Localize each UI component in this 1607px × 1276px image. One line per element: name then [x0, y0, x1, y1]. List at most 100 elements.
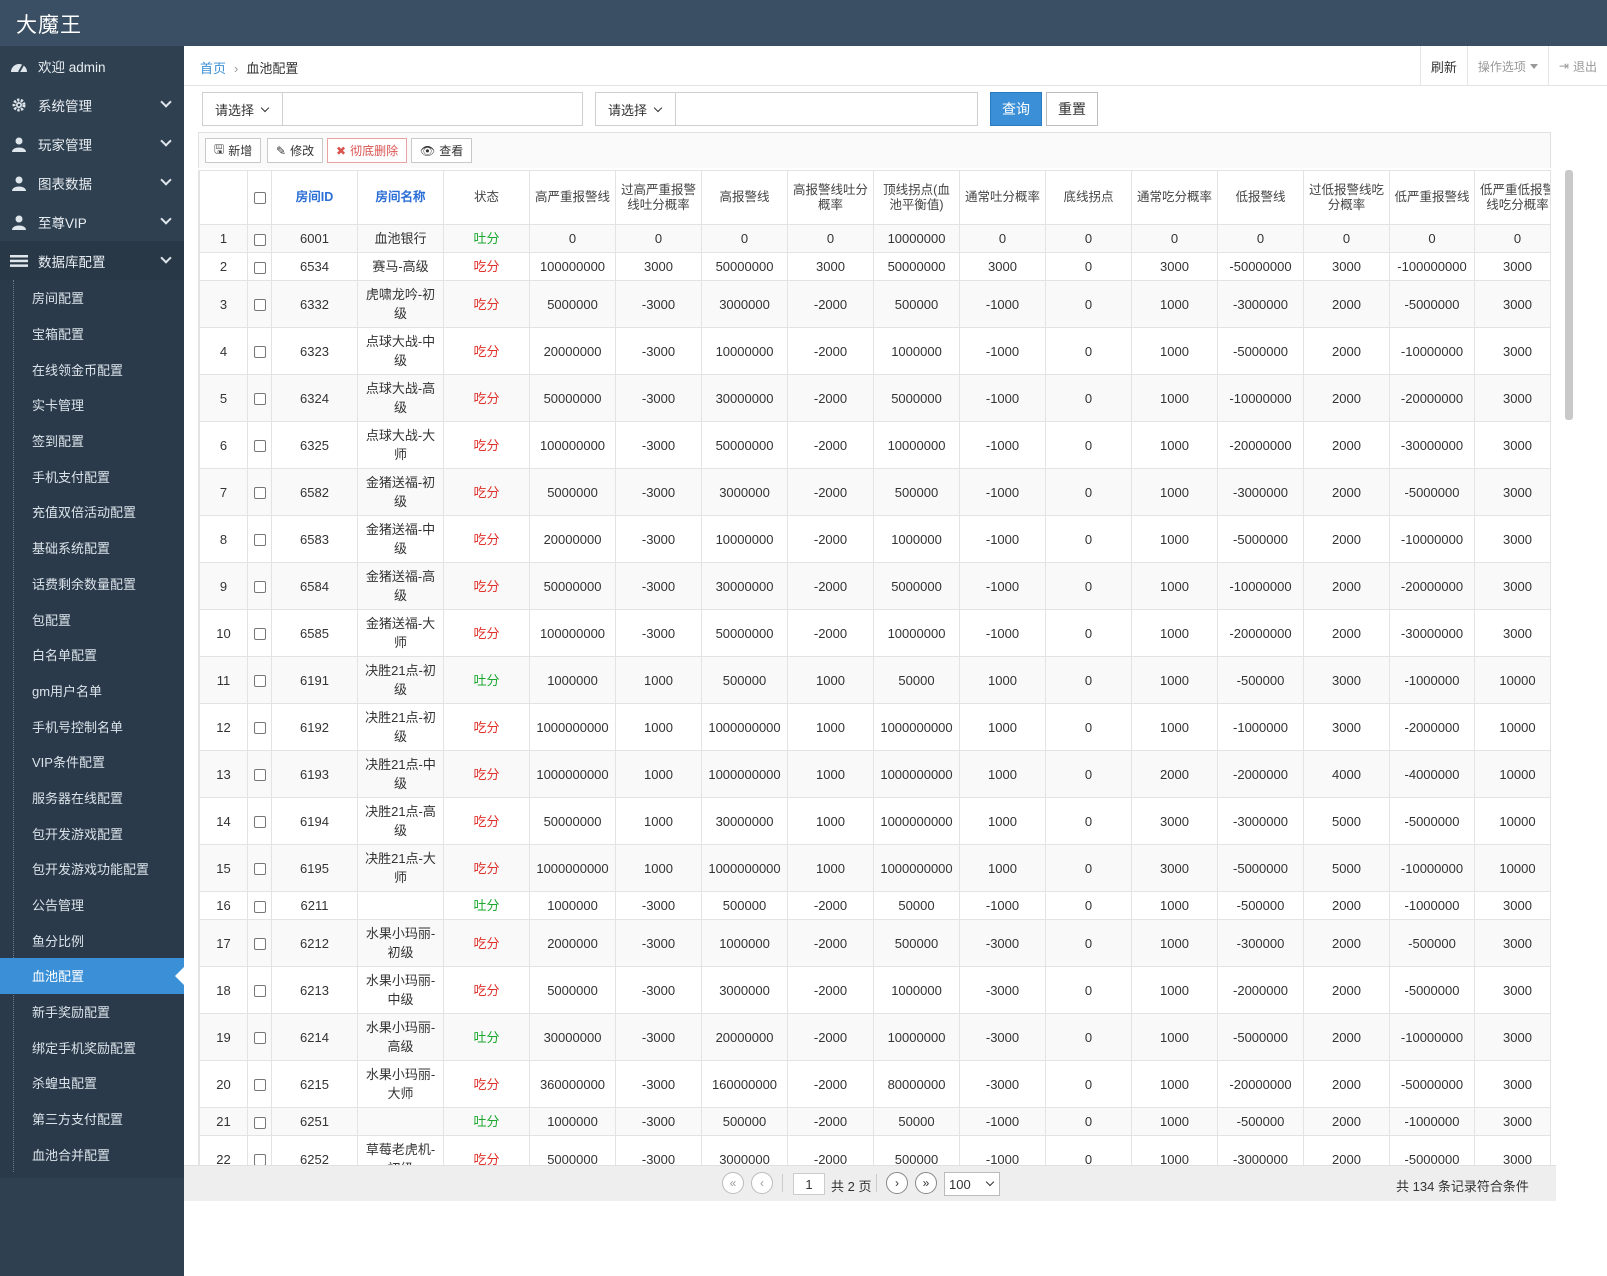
row-checkbox-cell[interactable] — [247, 374, 272, 422]
header-checkbox[interactable] — [247, 170, 272, 225]
row-checkbox-cell[interactable] — [247, 703, 272, 751]
row-checkbox-cell[interactable] — [247, 919, 272, 967]
sidebar-subitem[interactable]: 在线领金币配置 — [0, 351, 184, 387]
row-checkbox-cell[interactable] — [247, 750, 272, 798]
row-checkbox-cell[interactable] — [247, 224, 272, 253]
row-checkbox-cell[interactable] — [247, 468, 272, 516]
last-page-icon[interactable]: » — [915, 1172, 937, 1194]
view-button[interactable]: 👁 查看 — [411, 138, 473, 163]
delete-button[interactable]: ✖ 彻底删除 — [327, 138, 408, 163]
breadcrumb-home[interactable]: 首页 — [200, 61, 226, 76]
row-checkbox[interactable] — [253, 985, 266, 998]
column-header[interactable]: 房间ID — [271, 170, 358, 225]
table-row[interactable]: 4 6323 点球大战-中级 吃分 20000000 -3000 10000000 -2000… — [199, 327, 1550, 375]
sidebar-subitem[interactable]: 包配置 — [0, 601, 184, 637]
sidebar-subitem[interactable]: gm用户名单 — [0, 673, 184, 709]
edit-button[interactable]: ✎ 修改 — [267, 138, 324, 163]
row-checkbox[interactable] — [253, 534, 266, 547]
sidebar-subitem[interactable]: 手机号控制名单 — [0, 708, 184, 744]
table-row[interactable]: 14 6194 决胜21点-高级 吃分 50000000 1000 30000000 1000… — [199, 797, 1550, 845]
sidebar-subitem[interactable]: 血池配置 — [0, 958, 184, 994]
row-checkbox-cell[interactable] — [247, 327, 272, 375]
first-page-icon[interactable]: « — [722, 1172, 744, 1194]
sidebar-subitem[interactable]: 新手奖励配置 — [0, 994, 184, 1030]
row-checkbox[interactable] — [253, 440, 266, 453]
row-checkbox[interactable] — [253, 299, 266, 312]
row-checkbox-cell[interactable] — [247, 891, 272, 920]
sidebar-subitem[interactable]: 服务器在线配置 — [0, 780, 184, 816]
row-checkbox-cell[interactable] — [247, 1107, 272, 1136]
table-row[interactable]: 18 6213 水果小玛丽-中级 吃分 5000000 -3000 3000000 -2000… — [199, 966, 1550, 1014]
row-checkbox[interactable] — [253, 346, 266, 359]
table-row[interactable]: 15 6195 决胜21点-大师 吃分 1000000000 1000 1000000000… — [199, 844, 1550, 892]
sidebar-subitem[interactable]: 话费剩余数量配置 — [0, 566, 184, 602]
sidebar-menu-2[interactable]: 图表数据 — [0, 163, 184, 202]
sidebar-subitem[interactable]: 包开发游戏功能配置 — [0, 851, 184, 887]
table-row[interactable]: 2 6534 赛马-高级 吃分 100000000 3000 50000000 3000 500… — [199, 252, 1550, 281]
sidebar-subitem[interactable]: 杀蝗虫配置 — [0, 1065, 184, 1101]
sidebar-subitem[interactable]: 绑定手机奖励配置 — [0, 1029, 184, 1065]
row-checkbox[interactable] — [253, 1154, 266, 1165]
table-scrollbar[interactable] — [1565, 170, 1573, 420]
row-checkbox-cell[interactable] — [247, 1135, 272, 1165]
table-row[interactable]: 8 6583 金猪送福-中级 吃分 20000000 -3000 10000000 -2000… — [199, 515, 1550, 563]
next-page-icon[interactable]: › — [886, 1172, 908, 1194]
row-checkbox-cell[interactable] — [247, 1060, 272, 1108]
table-row[interactable]: 3 6332 虎啸龙吟-初级 吃分 5000000 -3000 3000000 -2000 50… — [199, 280, 1550, 328]
sidebar-subitem[interactable]: 宝箱配置 — [0, 316, 184, 352]
sidebar-subitem[interactable]: 血池合并配置 — [0, 1137, 184, 1173]
table-row[interactable]: 6 6325 点球大战-大师 吃分 100000000 -3000 50000000 -200… — [199, 421, 1550, 469]
page-number-input[interactable]: 1 — [793, 1173, 825, 1195]
row-checkbox-cell[interactable] — [247, 252, 272, 281]
filter-input-2[interactable] — [676, 93, 977, 125]
filter-input-1[interactable] — [283, 93, 582, 125]
sidebar-subitem[interactable]: 充值双倍活动配置 — [0, 494, 184, 530]
sidebar-subitem[interactable]: VIP条件配置 — [0, 744, 184, 780]
row-checkbox-cell[interactable] — [247, 562, 272, 610]
row-checkbox[interactable] — [253, 938, 266, 951]
table-row[interactable]: 9 6584 金猪送福-高级 吃分 50000000 -3000 30000000 -2000… — [199, 562, 1550, 610]
table-row[interactable]: 1 6001 血池银行 吐分 0 0 0 0 10000000 0 0 0 0 0 0 0 — [199, 224, 1550, 253]
options-dropdown[interactable]: 操作选项 — [1466, 46, 1548, 86]
table-row[interactable]: 13 6193 决胜21点-中级 吃分 1000000000 1000 1000000000… — [199, 750, 1550, 798]
page-size-select[interactable]: 100 — [944, 1172, 1000, 1196]
table-row[interactable]: 19 6214 水果小玛丽-高级 吐分 30000000 -3000 20000000 -20… — [199, 1013, 1550, 1061]
table-row[interactable]: 11 6191 决胜21点-初级 吐分 1000000 1000 500000 1000 500… — [199, 656, 1550, 704]
row-checkbox[interactable] — [253, 900, 266, 913]
row-checkbox-cell[interactable] — [247, 280, 272, 328]
table-row[interactable]: 20 6215 水果小玛丽-大师 吃分 360000000 -3000 160000000-… — [199, 1060, 1550, 1108]
column-header[interactable]: 房间名称 — [357, 170, 444, 225]
sidebar-subitem[interactable]: 鱼分比例 — [0, 922, 184, 958]
filter-select-1[interactable]: 请选择 — [203, 93, 283, 125]
sidebar-subitem[interactable]: 基础系统配置 — [0, 530, 184, 566]
row-checkbox-cell[interactable] — [247, 844, 272, 892]
sidebar-subitem[interactable]: 手机支付配置 — [0, 458, 184, 494]
select-all-checkbox[interactable] — [253, 191, 266, 204]
table-row[interactable]: 226252草莓老虎机-初级吃分5000000-30003000000-2000… — [199, 1135, 1550, 1165]
filter-select-2[interactable]: 请选择 — [596, 93, 676, 125]
row-checkbox[interactable] — [253, 261, 266, 274]
sidebar-subitem[interactable]: 白名单配置 — [0, 637, 184, 673]
row-checkbox-cell[interactable] — [247, 656, 272, 704]
row-checkbox[interactable] — [253, 628, 266, 641]
row-checkbox[interactable] — [253, 1116, 266, 1129]
row-checkbox[interactable] — [253, 581, 266, 594]
sidebar-subitem[interactable]: 实卡管理 — [0, 387, 184, 423]
query-button[interactable]: 查询 — [990, 92, 1042, 126]
row-checkbox[interactable] — [253, 1079, 266, 1092]
row-checkbox[interactable] — [253, 393, 266, 406]
prev-page-icon[interactable]: ‹ — [751, 1172, 773, 1194]
row-checkbox[interactable] — [253, 487, 266, 500]
sidebar-welcome[interactable]: 欢迎 admin — [0, 46, 184, 85]
sidebar-menu-0[interactable]: 系统管理 — [0, 85, 184, 124]
reset-button[interactable]: 重置 — [1046, 92, 1098, 126]
sidebar-subitem[interactable]: 房间配置 — [0, 280, 184, 316]
logout-button[interactable]: ⇥ 退出 — [1547, 46, 1607, 86]
app-logo[interactable]: 大魔王 — [16, 9, 82, 39]
table-row[interactable]: 21 6251 吐分 1000000 -3000 500000 -2000 50000 -100… — [199, 1107, 1550, 1136]
sidebar-menu-3[interactable]: 至尊VIP — [0, 202, 184, 241]
row-checkbox[interactable] — [253, 722, 266, 735]
refresh-button[interactable]: 刷新 — [1419, 46, 1467, 86]
row-checkbox-cell[interactable] — [247, 966, 272, 1014]
add-button[interactable]: 🖫 新增 — [205, 138, 262, 163]
